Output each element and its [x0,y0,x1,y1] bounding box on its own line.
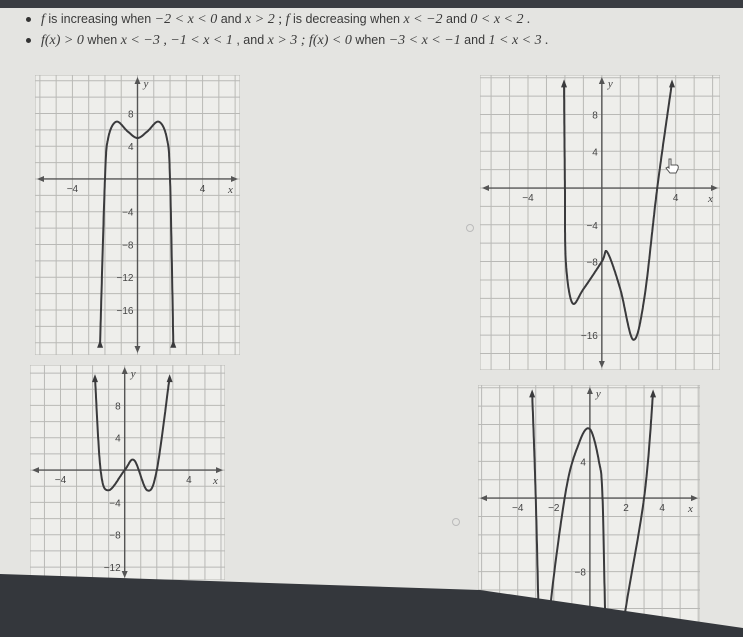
statement-sign: f(x) > 0 when x < −3 , −1 < x < 1 , and … [26,33,549,49]
answer-radio-1[interactable] [466,224,474,232]
x-tick-label: 4 [200,184,206,195]
graph-option-4[interactable]: −4 −2 2 4 4 −8 −12 x y [478,385,700,625]
x-tick-label: −2 [548,503,560,514]
text: is decreasing when [289,12,404,26]
y-tick-label: 4 [128,142,134,153]
text: when [83,33,121,47]
statement-increasing-decreasing: f is increasing when −2 < x < 0 and x > … [26,12,530,28]
x-tick-label: −4 [67,184,79,195]
y-tick-label: 4 [580,457,586,468]
y-axis-label: y [130,368,136,380]
text: and [217,12,246,26]
y-tick-label: −16 [581,331,598,342]
x-axis-label: x [227,184,233,196]
y-axis-label: y [607,78,613,90]
graph-option-3[interactable]: −4 4 8 4 −4 −8 −12 x y [30,365,225,580]
y-tick-label: 8 [128,109,134,120]
answer-radio-2[interactable] [452,518,460,526]
math: 1 < x < 3 . [488,33,549,48]
y-axis-label: y [595,388,601,400]
math: −3 < x < −1 [388,33,461,48]
x-tick-label: 4 [186,475,192,486]
math: x < −2 [403,12,443,27]
math: x > 2 [245,12,275,27]
y-tick-label: −16 [117,306,134,317]
y-tick-label: −8 [586,258,598,269]
x-tick-label: −4 [512,503,524,514]
x-tick-label: 4 [673,193,679,204]
graph-background [30,365,225,580]
bullet [26,38,31,44]
x-tick-label: 4 [659,503,665,514]
y-tick-label: −12 [117,273,134,284]
x-tick-label: −4 [522,193,534,204]
text: is increasing when [44,12,155,26]
y-tick-label: −4 [122,208,134,219]
graph-option-2[interactable]: −4 4 8 4 −4 −8 −16 x y [480,75,720,370]
y-tick-label: 8 [115,401,121,412]
y-tick-label: −4 [109,498,121,509]
y-tick-label: −12 [104,563,121,574]
text: , and [232,33,268,47]
math: x > 3 ; f(x) < 0 [267,33,352,48]
x-tick-label: 2 [623,503,629,514]
y-axis-label: y [143,78,149,90]
text: and [460,33,489,47]
math: 0 < x < 2 . [470,12,531,27]
y-tick-label: −8 [574,568,586,579]
math: −2 < x < 0 [154,12,218,27]
hand-cursor-icon [665,158,679,174]
x-tick-label: −4 [55,475,67,486]
y-tick-label: −8 [122,240,134,251]
math: f(x) > 0 [41,33,84,48]
y-tick-label: −12 [569,604,586,615]
screen-top-edge [0,0,743,8]
y-tick-label: −8 [109,531,121,542]
y-tick-label: −4 [586,221,598,232]
y-tick-label: 4 [592,147,598,158]
math: x < −3 , −1 < x < 1 [120,33,233,48]
y-tick-label: 4 [115,434,121,445]
text: when [351,33,389,47]
x-axis-label: x [212,475,218,487]
graph-option-1[interactable]: −4 4 8 4 −4 −8 −12 −16 x y [35,75,240,355]
text: ; [274,12,286,27]
bullet [26,17,31,23]
graph-background [480,75,720,370]
x-axis-label: x [707,193,713,205]
x-axis-label: x [687,503,693,515]
y-tick-label: 8 [592,111,598,122]
text: and [442,12,471,26]
